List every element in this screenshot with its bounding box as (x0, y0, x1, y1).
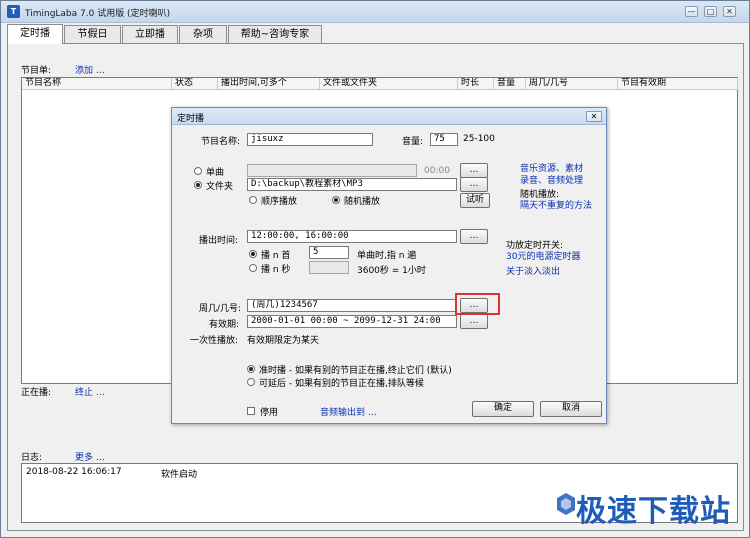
airtime-input[interactable]: 12:00:00, 16:00:00 (247, 230, 457, 243)
folder-label: 文件夹 (206, 182, 234, 192)
weekday-label: 周几/几号: (199, 304, 242, 314)
random-play-radio[interactable] (332, 196, 340, 204)
weekday-input[interactable]: (周几)1234567 (247, 299, 457, 312)
log-entry-time: 2018-08-22 16:06:17 (26, 467, 122, 477)
record-process-link[interactable]: 录音、音频处理 (520, 173, 583, 186)
watermark: 极速下载站 (576, 494, 731, 529)
timed-play-dialog: 定时播 ✕ 节目名称: jisuxz 音量: 75 25-100 单曲 00:0… (171, 107, 607, 424)
more-log-link[interactable]: 更多 … (75, 450, 105, 463)
fade-link[interactable]: 关于淡入淡出 (506, 264, 560, 277)
play-n-tracks-input[interactable]: 5 (309, 246, 349, 259)
validity-browse-button[interactable]: … (460, 314, 488, 329)
program-list-label: 节目单: (21, 66, 52, 76)
program-name-input[interactable]: jisuxz (247, 133, 373, 146)
single-track-input[interactable] (247, 164, 417, 177)
once-play-label: 一次性播放: (190, 336, 239, 346)
random-play-label: 随机播放 (344, 197, 381, 207)
tab-play-now[interactable]: 立即播 (122, 25, 178, 43)
play-n-seconds-hint: 3600秒 = 1小时 (357, 266, 426, 276)
delay-label: 可延后 - 如果有别的节目正在播,排队等候 (259, 379, 424, 389)
column-header-name[interactable]: 节目名称 (22, 78, 172, 90)
add-program-link[interactable]: 添加 … (75, 63, 105, 76)
program-name-label: 节目名称: (201, 137, 241, 147)
stop-link[interactable]: 终止 … (75, 385, 105, 398)
delay-radio[interactable] (247, 378, 255, 386)
title-bar: T TimingLaba 7.0 试用版 (定时喇叭) — □ ✕ (1, 1, 749, 23)
column-header-validity[interactable]: 节目有效期 (618, 78, 738, 90)
column-header-weekday[interactable]: 周几/几号 (526, 78, 618, 90)
once-play-value: 有效期限定为某天 (247, 336, 320, 346)
airtime-label: 播出时间: (199, 236, 239, 246)
playing-label: 正在播: (21, 388, 52, 398)
power-timer-link[interactable]: 30元的电源定时器 (506, 249, 580, 262)
column-header-status[interactable]: 状态 (172, 78, 218, 90)
tab-help[interactable]: 帮助~咨询专家 (228, 25, 322, 43)
folder-browse-button[interactable]: … (460, 177, 488, 192)
tab-timed-play[interactable]: 定时播 (7, 24, 63, 44)
maximize-button[interactable]: □ (704, 6, 717, 17)
column-header-airtime[interactable]: 播出时间,可多个 (218, 78, 320, 90)
single-track-browse-button[interactable]: … (460, 163, 488, 178)
on-time-radio[interactable] (247, 365, 255, 373)
validity-input[interactable]: 2000-01-01 00:00 ~ 2099-12-31 24:00 (247, 315, 457, 328)
volume-range: 25-100 (463, 134, 495, 144)
window-title: TimingLaba 7.0 试用版 (定时喇叭) (25, 9, 171, 19)
disable-checkbox[interactable] (247, 407, 255, 415)
folder-radio[interactable] (194, 181, 202, 189)
column-header-volume[interactable]: 音量 (494, 78, 526, 90)
airtime-browse-button[interactable]: … (460, 229, 488, 244)
audio-output-link[interactable]: 音频输出到 … (320, 405, 377, 418)
volume-input[interactable]: 75 (430, 133, 458, 146)
order-play-label: 顺序播放 (261, 197, 298, 207)
play-n-seconds-radio[interactable] (249, 264, 257, 272)
play-n-tracks-hint: 单曲时,指 n 遍 (357, 251, 417, 261)
tab-misc[interactable]: 杂项 (179, 25, 227, 43)
folder-path-input[interactable]: D:\backup\教程素材\MP3 (247, 178, 457, 191)
ok-button[interactable]: 确定 (472, 401, 534, 417)
play-n-tracks-radio[interactable] (249, 250, 257, 258)
cancel-button[interactable]: 取消 (540, 401, 602, 417)
app-icon: T (7, 5, 20, 18)
random-no-repeat-link[interactable]: 隔天不重复的方法 (520, 198, 592, 211)
tab-holidays[interactable]: 节假日 (64, 25, 121, 43)
watermark-logo-icon (557, 493, 575, 515)
disable-label: 停用 (260, 408, 279, 418)
audition-button[interactable]: 试听 (460, 193, 490, 208)
on-time-label: 准时播 - 如果有别的节目正在播,终止它们 (默认) (259, 366, 452, 376)
column-header-file[interactable]: 文件或文件夹 (320, 78, 458, 90)
validity-label: 有效期: (209, 320, 240, 330)
play-n-seconds-input[interactable] (309, 261, 349, 274)
log-label: 日志: (21, 453, 43, 463)
volume-label: 音量: (402, 137, 424, 147)
single-track-label: 单曲 (206, 168, 225, 178)
play-n-seconds-label: 播 n 秒 (261, 265, 291, 275)
minimize-button[interactable]: — (685, 6, 698, 17)
play-n-tracks-label: 播 n 首 (261, 251, 291, 261)
highlight-box (455, 293, 500, 315)
log-entry-message: 软件启动 (161, 470, 198, 480)
dialog-close-icon[interactable]: ✕ (586, 111, 602, 122)
order-play-radio[interactable] (249, 196, 257, 204)
column-header-duration[interactable]: 时长 (458, 78, 494, 90)
dialog-title: 定时播 (177, 114, 205, 124)
dialog-title-bar: 定时播 ✕ (172, 108, 606, 125)
single-track-time: 00:00 (424, 166, 450, 176)
close-button[interactable]: ✕ (723, 6, 736, 17)
single-track-radio[interactable] (194, 167, 202, 175)
